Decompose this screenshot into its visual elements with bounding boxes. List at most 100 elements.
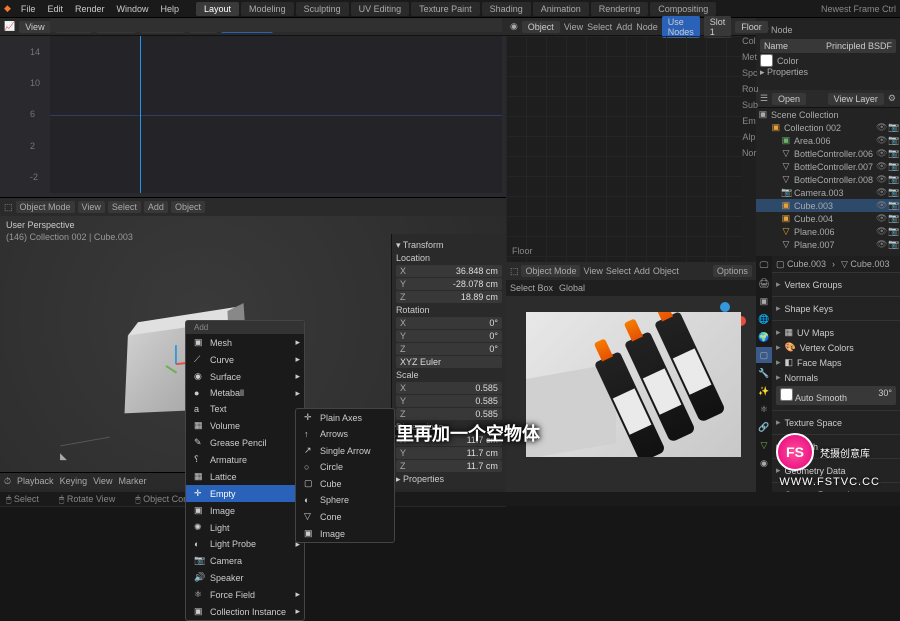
workspace-tab-texpaint[interactable]: Texture Paint xyxy=(411,2,480,16)
render-toggle-icon[interactable]: 📷 xyxy=(888,122,898,133)
filter-icon[interactable]: ⚙ xyxy=(888,93,896,104)
render-toggle-icon[interactable]: 📷 xyxy=(888,226,898,237)
prop-tab-constraint-icon[interactable]: 🔗 xyxy=(756,419,772,435)
add-menu-item-empty[interactable]: ✛Empty▸ xyxy=(186,485,304,502)
render-toggle-icon[interactable]: 📷 xyxy=(888,200,898,211)
add-menu-item-camera[interactable]: 📷Camera xyxy=(186,552,304,569)
visibility-toggle-icon[interactable]: 👁 xyxy=(876,174,886,185)
options-dropdown[interactable]: Options xyxy=(713,265,752,277)
outliner[interactable]: ▣ Scene Collection ▣ Collection 002 👁 📷 … xyxy=(756,108,900,256)
loc-y-field[interactable]: Y-28.078 cm xyxy=(396,278,502,290)
graph-playhead[interactable] xyxy=(140,36,141,193)
vp-menu-view[interactable]: View xyxy=(78,201,105,213)
empty-submenu-item-plain-axes[interactable]: ✛Plain Axes xyxy=(296,409,394,426)
add-menu-item-volume[interactable]: ▦Volume▸ xyxy=(186,417,304,434)
visibility-toggle-icon[interactable]: 👁 xyxy=(876,161,886,172)
visibility-toggle-icon[interactable]: 👁 xyxy=(876,226,886,237)
empty-submenu-item-single-arrow[interactable]: ↗Single Arrow xyxy=(296,442,394,459)
node-menu-select[interactable]: Select xyxy=(587,22,612,32)
outliner-open[interactable]: Open xyxy=(772,93,806,105)
prop-tab-material-icon[interactable]: ◉ xyxy=(756,455,772,471)
dim-z-field[interactable]: Z11.7 cm xyxy=(396,460,502,472)
render-toggle-icon[interactable]: 📷 xyxy=(888,187,898,198)
workspace-tab-uv[interactable]: UV Editing xyxy=(351,2,410,16)
rot-x-field[interactable]: X0° xyxy=(396,317,502,329)
rot-y-field[interactable]: Y0° xyxy=(396,330,502,342)
mode-dropdown-2[interactable]: Object Mode xyxy=(521,265,580,277)
render-toggle-icon[interactable]: 📷 xyxy=(888,135,898,146)
prop-tab-view-icon[interactable]: ▣ xyxy=(756,293,772,309)
add-menu-item-collection-instance[interactable]: ▣Collection Instance▸ xyxy=(186,603,304,620)
visibility-toggle-icon[interactable]: 👁 xyxy=(876,187,886,198)
node-rou-tab[interactable]: Rou xyxy=(742,84,756,100)
rot-z-field[interactable]: Z0° xyxy=(396,343,502,355)
node-canvas[interactable]: Floor xyxy=(506,36,756,262)
shape-keys-section[interactable]: Shape Keys xyxy=(776,301,896,316)
visibility-toggle-icon[interactable]: 👁 xyxy=(876,200,886,211)
add-menu-item-image[interactable]: ▣Image▸ xyxy=(186,502,304,519)
scale-x-field[interactable]: X0.585 xyxy=(396,382,502,394)
graph-canvas[interactable] xyxy=(50,36,502,193)
outliner-item-cube-003[interactable]: ▣ Cube.003 👁 📷 xyxy=(756,199,900,212)
node-nor-tab[interactable]: Nor xyxy=(742,148,756,164)
workspace-tab-modeling[interactable]: Modeling xyxy=(241,2,294,16)
menu-edit[interactable]: Edit xyxy=(41,4,69,14)
outliner-item-collection-002[interactable]: ▣ Collection 002 👁 📷 xyxy=(756,121,900,134)
add-menu-item-lattice[interactable]: ▦Lattice xyxy=(186,468,304,485)
add-menu-item-surface[interactable]: ◉Surface▸ xyxy=(186,368,304,385)
uv-maps-section[interactable]: ▦UV Maps xyxy=(776,325,896,340)
visibility-toggle-icon[interactable]: 👁 xyxy=(876,122,886,133)
node-sub-tab[interactable]: Sub xyxy=(742,100,756,116)
rot-mode-dropdown[interactable]: XYZ Euler xyxy=(396,356,502,368)
prop-tab-scene-icon[interactable]: 🌐 xyxy=(756,311,772,327)
global-dropdown-2[interactable]: Global xyxy=(559,283,585,293)
workspace-tab-compositing[interactable]: Compositing xyxy=(650,2,716,16)
auto-smooth-field[interactable]: Auto Smooth 30° xyxy=(776,386,896,405)
prop-tab-object-icon[interactable]: ▢ xyxy=(756,347,772,363)
normals-section[interactable]: Normals xyxy=(776,370,896,385)
node-object-label[interactable]: Object xyxy=(522,21,560,33)
visibility-toggle-icon[interactable]: 👁 xyxy=(876,135,886,146)
menu-render[interactable]: Render xyxy=(69,4,111,14)
vp-menu-select[interactable]: Select xyxy=(108,201,141,213)
vpr-menu-object[interactable]: Object xyxy=(653,266,679,276)
mode-dropdown[interactable]: Object Mode xyxy=(16,201,75,213)
prop-tab-output-icon[interactable]: 🖨 xyxy=(756,275,772,291)
add-menu-item-armature[interactable]: ⸮Armature xyxy=(186,451,304,468)
vertex-colors-section[interactable]: 🎨Vertex Colors xyxy=(776,340,896,355)
loc-x-field[interactable]: X36.848 cm xyxy=(396,265,502,277)
auto-smooth-checkbox[interactable] xyxy=(780,388,793,401)
add-menu-item-speaker[interactable]: 🔊Speaker xyxy=(186,569,304,586)
outliner-item-bottlecontroller-006[interactable]: ▽ BottleController.006 👁 📷 xyxy=(756,147,900,160)
workspace-tab-sculpting[interactable]: Sculpting xyxy=(296,2,349,16)
outliner-item-bottlecontroller-007[interactable]: ▽ BottleController.007 👁 📷 xyxy=(756,160,900,173)
breadcrumb-data[interactable]: ▽ Cube.003 xyxy=(841,259,889,270)
empty-submenu-item-arrows[interactable]: ↑Arrows xyxy=(296,426,394,442)
add-menu-item-mesh[interactable]: ▣Mesh▸ xyxy=(186,334,304,351)
add-menu-item-metaball[interactable]: ●Metaball▸ xyxy=(186,385,304,401)
vertex-groups-section[interactable]: Vertex Groups xyxy=(776,277,896,292)
node-menu-view[interactable]: View xyxy=(564,22,583,32)
render-toggle-icon[interactable]: 📷 xyxy=(888,239,898,250)
prop-tab-render-icon[interactable]: 🖵 xyxy=(756,257,772,273)
camera-object-icon[interactable]: ◣ xyxy=(60,451,67,462)
node-color-tab[interactable]: Col xyxy=(742,36,756,52)
outliner-item-plane-007[interactable]: ▽ Plane.007 👁 📷 xyxy=(756,238,900,251)
node-met-tab[interactable]: Met xyxy=(742,52,756,68)
breadcrumb-obj[interactable]: ▢ Cube.003 xyxy=(776,259,826,270)
outliner-item-bottlecontroller-008[interactable]: ▽ BottleController.008 👁 📷 xyxy=(756,173,900,186)
loc-z-field[interactable]: Z18.89 cm xyxy=(396,291,502,303)
shader-node-editor[interactable]: ◉ Object View Select Add Node Use Nodes … xyxy=(506,18,756,262)
outliner-item-plane-006[interactable]: ▽ Plane.006 👁 📷 xyxy=(756,225,900,238)
vpr-menu-select[interactable]: Select xyxy=(606,266,631,276)
node-alp-tab[interactable]: Alp xyxy=(742,132,756,148)
workspace-tab-shading[interactable]: Shading xyxy=(482,2,531,16)
viewport-3d-right[interactable]: ⬚ Object Mode View Select Add Object Opt… xyxy=(506,262,756,506)
select-box-dropdown-2[interactable]: Select Box xyxy=(510,283,553,293)
editor-type-icon[interactable]: ⬚ xyxy=(4,202,13,213)
outliner-root[interactable]: ▣ Scene Collection xyxy=(756,108,900,121)
vpr-menu-add[interactable]: Add xyxy=(634,266,650,276)
add-menu-item-text[interactable]: aText xyxy=(186,401,304,417)
vpr-menu-view[interactable]: View xyxy=(583,266,602,276)
node-menu-node[interactable]: Node xyxy=(636,22,658,32)
